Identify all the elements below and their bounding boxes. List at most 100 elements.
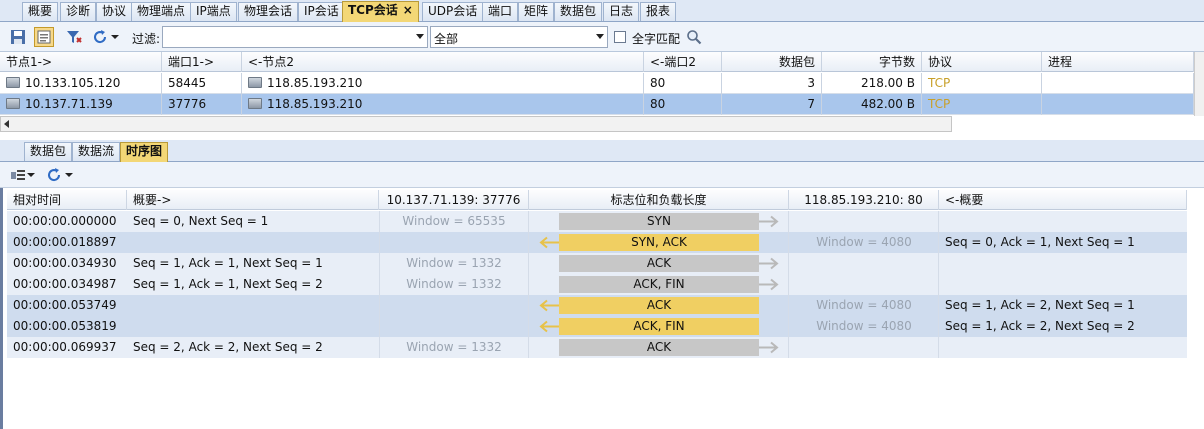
cell-time: 00:00:00.053819: [13, 319, 117, 333]
arrow-left-icon: [539, 299, 559, 312]
scroll-left-icon[interactable]: [4, 120, 9, 128]
cell-summary-out: Seq = 1, Ack = 1, Next Seq = 1: [133, 256, 323, 270]
chevron-down-icon[interactable]: [110, 27, 120, 47]
tab-ip-session[interactable]: IP会话: [298, 2, 345, 21]
cell-bytes: 482.00 B: [822, 94, 922, 115]
column-header-protocol[interactable]: 协议: [922, 52, 1042, 72]
cell-summary-in: Seq = 1, Ack = 2, Next Seq = 1: [945, 298, 1135, 312]
tab-data-stream[interactable]: 数据流: [72, 142, 121, 161]
cell-window-right: [789, 253, 939, 274]
cell-time: 00:00:00.000000: [13, 214, 117, 228]
cell-summary-out: Seq = 2, Ack = 2, Next Seq = 2: [133, 340, 323, 354]
sequence-row[interactable]: 00:00:00.034987 Seq = 1, Ack = 1, Next Se…: [7, 274, 1187, 295]
flag-bar: SYN: [559, 213, 759, 230]
cell-time: 00:00:00.034930: [13, 256, 117, 270]
tab-matrix[interactable]: 矩阵: [518, 2, 555, 21]
vertical-scrollbar[interactable]: [1194, 52, 1204, 116]
column-header-summary-in[interactable]: <-概要: [939, 190, 1187, 210]
tab-udp-session[interactable]: UDP会话: [422, 2, 484, 21]
table-row-selected[interactable]: 10.137.71.139 37776 118.85.193.210 80 7 …: [0, 94, 1194, 115]
search-icon[interactable]: [684, 27, 704, 47]
sequence-header: 相对时间 概要-> 10.137.71.139: 37776 标志位和负载长度 …: [7, 190, 1187, 210]
arrow-right-icon: [759, 341, 779, 354]
chevron-down-icon[interactable]: [596, 34, 604, 39]
tab-port[interactable]: 端口: [482, 2, 519, 21]
tab-physical-endpoint[interactable]: 物理端点: [131, 2, 192, 21]
tab-sequence-diagram[interactable]: 时序图: [120, 142, 169, 162]
refresh-icon[interactable]: [90, 27, 110, 47]
tab-tcp-session[interactable]: TCP会话 ×: [342, 1, 419, 22]
cell-port2: 80: [644, 94, 722, 115]
horizontal-scrollbar[interactable]: [0, 116, 952, 132]
arrow-left-icon: [539, 320, 559, 333]
cell-process: [1042, 73, 1194, 94]
tab-report[interactable]: 报表: [640, 2, 677, 21]
column-header-endpoint-right[interactable]: 118.85.193.210: 80: [789, 190, 939, 210]
column-header-port1[interactable]: 端口1->: [162, 52, 242, 72]
cell-time: 00:00:00.018897: [13, 235, 117, 249]
detail-tab-strip: 数据包 数据流 时序图: [0, 140, 1204, 162]
sequence-row[interactable]: 00:00:00.069937 Seq = 2, Ack = 2, Next Se…: [7, 337, 1187, 358]
filter-toolbar: 过滤: 全部 全字匹配: [0, 22, 1204, 52]
cell-port1: 37776: [162, 94, 242, 115]
cell-protocol: TCP: [922, 73, 1042, 94]
sequence-row[interactable]: 00:00:00.018897 SYN, ACK Window = 4080 Seq …: [7, 232, 1187, 253]
chevron-down-icon[interactable]: [416, 34, 424, 39]
column-header-time[interactable]: 相对时间: [7, 190, 127, 210]
scope-select[interactable]: 全部: [430, 26, 608, 48]
cell-summary-in: [939, 253, 1187, 274]
column-header-process[interactable]: 进程: [1042, 52, 1194, 72]
refresh-icon[interactable]: [44, 165, 64, 185]
chevron-down-icon[interactable]: [64, 165, 74, 185]
cell-node2: 118.85.193.210: [242, 94, 644, 115]
table-row[interactable]: 10.133.105.120 58445 118.85.193.210 80 3…: [0, 73, 1194, 94]
column-header-summary-out[interactable]: 概要->: [127, 190, 379, 210]
arrow-right-icon: [759, 215, 779, 228]
column-header-packets[interactable]: 数据包: [722, 52, 822, 72]
cell-summary-out: Seq = 0, Next Seq = 1: [133, 214, 269, 228]
close-icon[interactable]: ×: [403, 3, 413, 17]
cell-summary-out: [127, 316, 379, 337]
node-icon: [248, 77, 262, 88]
tab-overview[interactable]: 概要: [22, 2, 59, 21]
flag-bar: SYN, ACK: [559, 234, 759, 251]
tab-packets[interactable]: 数据包: [554, 2, 603, 21]
tcp-session-table: 节点1-> 端口1-> <-节点2 <-端口2 数据包 字节数 协议 进程 10…: [0, 52, 1204, 116]
tab-physical-session[interactable]: 物理会话: [238, 2, 299, 21]
sequence-toolbar: [0, 162, 1204, 188]
column-header-node1[interactable]: 节点1->: [0, 52, 162, 72]
column-header-bytes[interactable]: 字节数: [822, 52, 922, 72]
column-header-port2[interactable]: <-端口2: [644, 52, 722, 72]
cell-port1: 58445: [162, 73, 242, 94]
cell-window-right: [789, 337, 939, 358]
scope-select-value: 全部: [434, 32, 459, 46]
sequence-row[interactable]: 00:00:00.053749 ACK Window = 4080 Seq = 1, …: [7, 295, 1187, 316]
tab-packets-detail[interactable]: 数据包: [24, 142, 73, 161]
sequence-row[interactable]: 00:00:00.034930 Seq = 1, Ack = 1, Next Se…: [7, 253, 1187, 274]
column-header-node2[interactable]: <-节点2: [242, 52, 644, 72]
filter-icon[interactable]: [64, 27, 84, 47]
filter-input[interactable]: [162, 26, 428, 48]
layout-icon[interactable]: [8, 165, 28, 185]
open-icon[interactable]: [34, 27, 54, 47]
cell-protocol: TCP: [922, 94, 1042, 115]
tab-log[interactable]: 日志: [603, 2, 640, 21]
sequence-diagram: 相对时间 概要-> 10.137.71.139: 37776 标志位和负载长度 …: [0, 188, 1204, 429]
save-icon[interactable]: [8, 27, 28, 47]
column-header-flags[interactable]: 标志位和负载长度: [529, 190, 789, 210]
tab-protocol[interactable]: 协议: [96, 2, 133, 21]
tab-ip-endpoint[interactable]: IP端点: [190, 2, 237, 21]
arrow-left-icon: [539, 236, 559, 249]
cell-time: 00:00:00.053749: [13, 298, 117, 312]
cell-window-right: Window = 4080: [816, 319, 912, 333]
cell-summary-in: Seq = 1, Ack = 2, Next Seq = 2: [945, 319, 1135, 333]
cell-window-right: [789, 211, 939, 232]
whole-word-checkbox[interactable]: [614, 31, 626, 43]
column-header-endpoint-left[interactable]: 10.137.71.139: 37776: [379, 190, 529, 210]
sequence-row[interactable]: 00:00:00.000000 Seq = 0, Next Seq = 1 Wind…: [7, 211, 1187, 232]
tab-diagnosis[interactable]: 诊断: [60, 2, 97, 21]
chevron-down-icon[interactable]: [26, 165, 36, 185]
flag-bar: ACK: [559, 339, 759, 356]
cell-summary-in: [939, 337, 1187, 358]
sequence-row[interactable]: 00:00:00.053819 ACK, FIN Window = 4080 Seq …: [7, 316, 1187, 337]
